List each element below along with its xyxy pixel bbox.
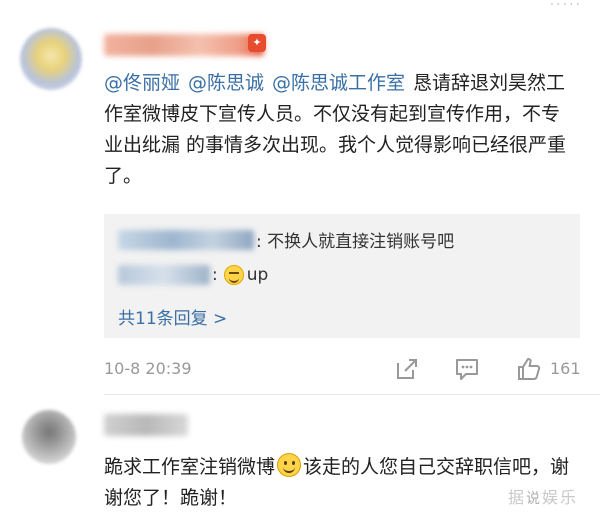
comment-item: ✦ @佟丽娅 @陈思诚 @陈思诚工作室 恳请辞退刘昊然工作室微博皮下宣传人员。不仅没有…: [0, 24, 600, 394]
comment-text: 跪求工作室注销微博 该走的人您自己交辞职信吧，谢谢您了！跪谢！: [104, 452, 576, 514]
like-count: 161: [550, 359, 581, 378]
top-dots: ·····: [549, 0, 582, 13]
reply-text: :: [212, 265, 218, 285]
comment-text: @佟丽娅 @陈思诚 @陈思诚工作室 恳请辞退刘昊然工作室微博皮下宣传人员。不仅没有起到…: [104, 68, 576, 192]
mention-link[interactable]: @陈思诚工作室: [272, 72, 405, 94]
avatar[interactable]: [22, 410, 76, 464]
comment-icon[interactable]: [454, 356, 480, 382]
like-icon[interactable]: [516, 356, 542, 382]
reply-username-blurred[interactable]: [118, 265, 210, 285]
reply-suffix: up: [246, 265, 269, 285]
view-all-replies-link[interactable]: 共11条回复 >: [118, 304, 227, 329]
username-blurred[interactable]: [104, 414, 188, 436]
comment-meta: 10-8 20:39 161: [104, 354, 581, 384]
sweat-emoji-icon: [223, 265, 244, 285]
username-blurred[interactable]: [104, 34, 264, 56]
smile-emoji-icon: [277, 453, 302, 477]
reply-text: : 不换人就直接注销账号吧: [256, 232, 455, 252]
mention-link[interactable]: @佟丽娅: [104, 72, 180, 94]
top-edge: ·····: [0, 0, 600, 14]
timestamp: 10-8 20:39: [104, 359, 192, 378]
watermark-text: 据: [507, 488, 526, 507]
watermark-text: 说: [525, 491, 542, 507]
divider: [104, 394, 600, 395]
mention-link[interactable]: @陈思诚: [188, 72, 264, 94]
reply-username-blurred[interactable]: [118, 229, 254, 250]
watermark-text: 娱乐: [541, 488, 578, 507]
reply-item[interactable]: : 不换人就直接注销账号吧: [118, 227, 454, 252]
replies-box[interactable]: : 不换人就直接注销账号吧 : up 共11条回复 >: [104, 214, 580, 338]
share-icon[interactable]: [394, 356, 420, 382]
watermark: 据说娱乐: [508, 484, 578, 508]
reply-item[interactable]: : up: [118, 265, 268, 285]
comment-body-part: 跪求工作室注销微博: [104, 456, 276, 478]
vip-badge-icon: ✦: [248, 34, 266, 52]
avatar[interactable]: [20, 28, 82, 90]
